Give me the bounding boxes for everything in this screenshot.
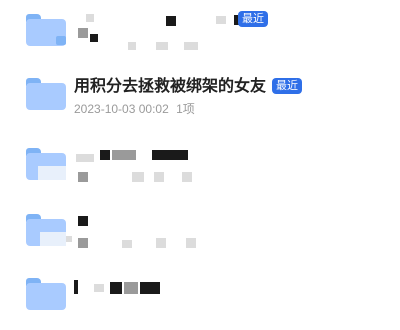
folder-icon <box>26 278 66 310</box>
folder-count: 1项 <box>176 102 195 116</box>
redacted-subtitle <box>78 28 88 38</box>
redacted-title <box>100 150 110 160</box>
redacted-subtitle <box>132 172 144 182</box>
redacted-title <box>110 282 122 294</box>
recent-badge: 最近 <box>272 78 303 94</box>
redacted-subtitle <box>122 240 132 248</box>
redacted-subtitle <box>78 172 88 182</box>
folder-row[interactable] <box>0 270 400 330</box>
redacted-subtitle <box>154 172 164 182</box>
folder-row[interactable] <box>0 140 400 200</box>
redacted-title <box>76 154 94 162</box>
folder-row[interactable]: 最近 <box>0 2 400 62</box>
folder-icon <box>26 214 66 246</box>
folder-row[interactable]: 用积分去拯救被绑架的女友 最近 2023-10-03 00:02 1项 <box>0 70 400 130</box>
folder-list: 最近 用积分去拯救被绑架的女友 最近 2023-10-03 00:02 1项 <box>0 0 400 310</box>
redacted-title <box>74 280 78 294</box>
redacted-title <box>124 282 138 294</box>
redacted-title <box>166 16 176 26</box>
redacted-subtitle <box>182 172 192 182</box>
folder-icon <box>26 78 66 110</box>
redacted-subtitle <box>78 238 88 248</box>
redacted-subtitle <box>184 42 198 50</box>
redacted-subtitle <box>186 238 196 248</box>
redacted-subtitle <box>156 42 168 50</box>
redacted-title <box>94 284 104 292</box>
folder-date: 2023-10-03 00:02 <box>74 102 169 116</box>
folder-meta: 2023-10-03 00:02 1项 <box>74 102 195 116</box>
redacted-title <box>140 282 160 294</box>
redacted-subtitle <box>156 238 166 248</box>
redacted-title <box>86 14 94 22</box>
redacted-subtitle <box>128 42 136 50</box>
folder-title: 用积分去拯救被绑架的女友 最近 <box>74 78 303 96</box>
folder-icon <box>26 148 66 180</box>
redacted-title <box>152 150 188 160</box>
redacted-title <box>216 16 226 24</box>
redacted-title <box>78 216 88 226</box>
folder-video-icon <box>26 14 66 46</box>
folder-row[interactable] <box>0 208 400 268</box>
recent-badge: 最近 <box>238 11 268 27</box>
redacted-title <box>112 150 136 160</box>
redacted-title <box>66 236 72 242</box>
redacted-subtitle <box>90 34 98 42</box>
